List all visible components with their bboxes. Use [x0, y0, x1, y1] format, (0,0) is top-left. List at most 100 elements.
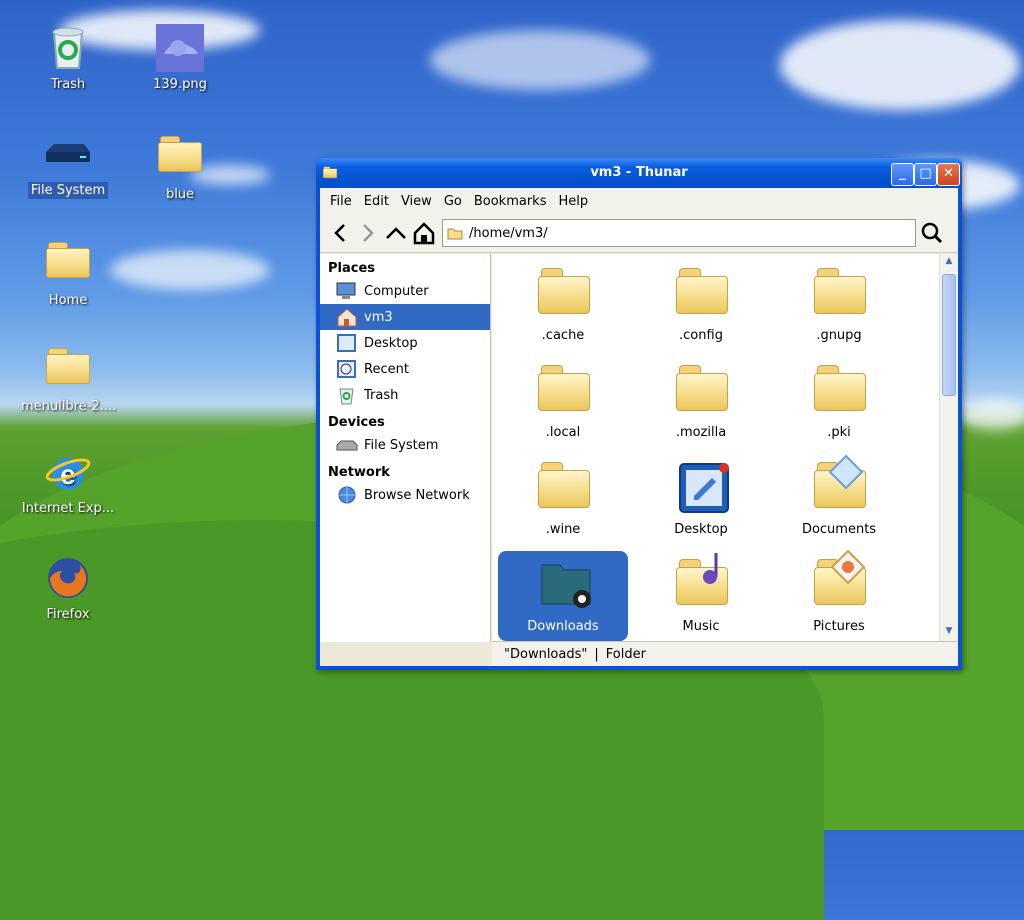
pictures-folder-icon: [814, 549, 868, 611]
file-item-label: Desktop: [674, 522, 728, 537]
desktop-icon-internet-explorer[interactable]: e Internet Exp...: [18, 448, 118, 517]
desktop-icon-blue[interactable]: blue: [130, 130, 230, 203]
maximize-button[interactable]: □: [914, 163, 937, 186]
drive-icon: [336, 435, 358, 455]
desktop-icon-label: Trash: [50, 77, 86, 92]
desktop-icon-label: Home: [48, 293, 88, 308]
desktop-icon-label: Internet Exp...: [21, 501, 115, 516]
desktop-icon-label: blue: [165, 187, 195, 202]
menu-file[interactable]: File: [324, 194, 358, 209]
up-button[interactable]: [382, 219, 410, 247]
status-bar: "Downloads" | Folder: [492, 641, 958, 666]
folder-icon: [676, 266, 730, 320]
location-path: /home/vm3/: [469, 225, 548, 241]
back-arrow-icon: [334, 224, 345, 242]
file-item-documents[interactable]: Documents: [774, 454, 904, 544]
toolbar: /home/vm3/: [320, 214, 958, 253]
close-button[interactable]: ✕: [937, 163, 960, 186]
sidebar-item-recent[interactable]: Recent: [320, 356, 490, 382]
file-item-cache[interactable]: .cache: [498, 260, 628, 350]
sidebar-item-computer[interactable]: Computer: [320, 278, 490, 304]
file-item-label: .gnupg: [816, 328, 862, 343]
folder-icon: [814, 363, 868, 417]
file-item-local[interactable]: .local: [498, 357, 628, 447]
drive-icon: [44, 130, 92, 178]
sidebar-item-label: Computer: [364, 283, 429, 299]
desktop-icon-139-png[interactable]: 139.png: [130, 24, 230, 93]
desktop-icon-home[interactable]: Home: [18, 236, 118, 309]
sidebar-item-trash[interactable]: Trash: [320, 382, 490, 408]
file-item-config[interactable]: .config: [636, 260, 766, 350]
file-item-label: .cache: [541, 328, 585, 343]
vertical-scrollbar[interactable]: ▲ ▼: [939, 254, 958, 642]
file-item-gnupg[interactable]: .gnupg: [774, 260, 904, 350]
desktop-icon-label: menulibre-2....: [21, 399, 117, 414]
back-button[interactable]: [326, 219, 354, 247]
minimize-button[interactable]: _: [891, 163, 914, 186]
menu-go[interactable]: Go: [438, 194, 468, 209]
file-item-label: Music: [682, 619, 720, 634]
desktop-icon-firefox[interactable]: Firefox: [18, 554, 118, 623]
places-heading: Places: [328, 261, 376, 276]
menu-view[interactable]: View: [395, 194, 438, 209]
scroll-up-arrow-icon[interactable]: ▲: [942, 256, 956, 270]
firefox-icon: [44, 554, 92, 602]
location-bar[interactable]: /home/vm3/: [442, 219, 916, 247]
recent-icon: [336, 359, 358, 379]
desktop-icon-label: 139.png: [153, 77, 207, 92]
folder-icon: [44, 240, 92, 288]
file-item-label: Downloads: [527, 619, 599, 634]
menu-help[interactable]: Help: [552, 194, 594, 209]
desktop-icon-menulibre[interactable]: menulibre-2....: [18, 342, 118, 415]
file-item-pictures[interactable]: Pictures: [774, 549, 904, 641]
home-icon: [336, 307, 358, 327]
scrollbar-thumb[interactable]: [942, 274, 956, 396]
file-item-label: Pictures: [813, 619, 865, 634]
file-view: .cache .config .gnupg .local .mozilla .p…: [492, 254, 940, 642]
desktop-icon: [336, 333, 358, 353]
file-item-downloads[interactable]: Downloads: [498, 551, 628, 641]
window-body: File Edit View Go Bookmarks Help /home/v…: [320, 188, 958, 666]
file-manager-window: vm3 - Thunar _ □ ✕ File Edit View Go Boo…: [316, 158, 962, 670]
desktop-icon-trash[interactable]: Trash: [18, 24, 118, 93]
sidebar-item-file-system[interactable]: File System: [320, 432, 490, 458]
file-item-label: .config: [679, 328, 723, 343]
folder-icon: [538, 266, 592, 320]
file-item-wine[interactable]: .wine: [498, 454, 628, 544]
search-icon: [921, 222, 943, 244]
sidebar-item-vm3[interactable]: vm3: [320, 304, 490, 330]
file-item-pki[interactable]: .pki: [774, 357, 904, 447]
desktop-icon-file-system[interactable]: File System: [18, 130, 118, 199]
documents-folder-icon: [814, 454, 868, 514]
forward-button[interactable]: [354, 219, 382, 247]
file-item-label: .local: [545, 425, 581, 440]
file-item-music[interactable]: Music: [636, 551, 766, 641]
title-bar[interactable]: vm3 - Thunar _ □ ✕: [316, 158, 962, 188]
image-file-icon: [156, 24, 204, 72]
window-title: vm3 - Thunar: [590, 165, 688, 180]
file-item-desktop[interactable]: Desktop: [636, 454, 766, 544]
folder-icon: [676, 363, 730, 417]
menu-edit[interactable]: Edit: [358, 194, 395, 209]
trash-icon: [336, 385, 358, 405]
folder-icon: [814, 266, 868, 320]
sidebar-item-desktop[interactable]: Desktop: [320, 330, 490, 356]
menu-bar: File Edit View Go Bookmarks Help: [320, 188, 958, 214]
computer-icon: [336, 281, 358, 301]
scroll-down-arrow-icon[interactable]: ▼: [942, 626, 956, 640]
side-pane: Places Computer vm3 Desktop Recent Trash: [320, 254, 491, 642]
search-button[interactable]: [918, 219, 946, 247]
file-item-mozilla[interactable]: .mozilla: [636, 357, 766, 447]
forward-arrow-icon: [363, 224, 374, 242]
status-selected-name: "Downloads": [504, 646, 588, 662]
downloads-folder-icon: [538, 557, 592, 611]
sidebar-item-label: Recent: [364, 361, 409, 377]
up-arrow-icon: [386, 227, 406, 239]
menu-bookmarks[interactable]: Bookmarks: [468, 194, 553, 209]
file-item-label: .wine: [545, 522, 581, 537]
folder-icon: [447, 228, 463, 240]
home-button[interactable]: [410, 219, 438, 247]
status-separator: |: [594, 646, 599, 662]
file-item-label: .pki: [827, 425, 851, 440]
sidebar-item-browse-network[interactable]: Browse Network: [320, 482, 490, 508]
